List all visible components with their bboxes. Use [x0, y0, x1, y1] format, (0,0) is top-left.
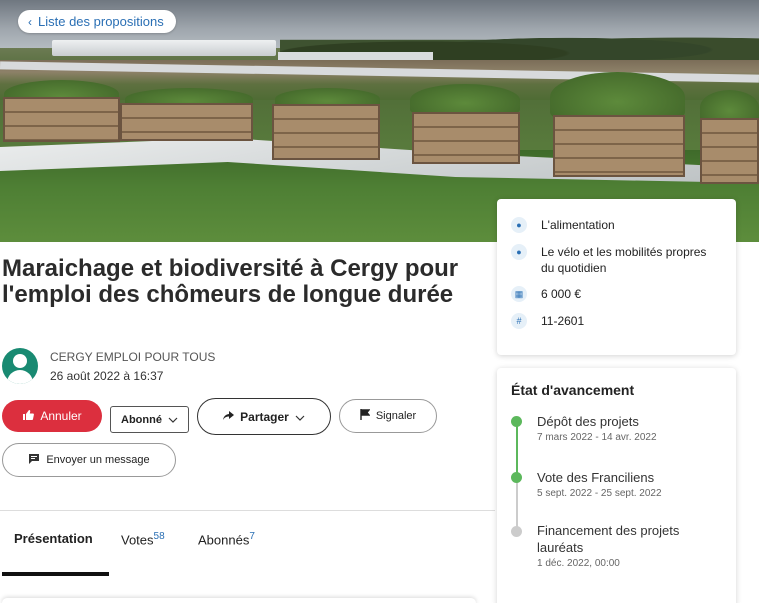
author-name[interactable]: CERGY EMPLOI POUR TOUS	[50, 350, 215, 364]
author-block: CERGY EMPLOI POUR TOUS 26 août 2022 à 16…	[2, 348, 215, 384]
share-button[interactable]: Partager	[197, 398, 331, 435]
step-date: 1 déc. 2022, 00:00	[537, 558, 620, 569]
back-link-label: Liste des propositions	[38, 14, 164, 29]
chevron-left-icon: ‹	[28, 14, 32, 29]
tab-label: Votes	[121, 532, 154, 548]
progress-card: État d'avancement Dépôt des projets 7 ma…	[497, 368, 736, 603]
active-tab-indicator	[2, 572, 109, 576]
report-label: Signaler	[375, 410, 417, 422]
follow-label: Abonné	[121, 413, 162, 426]
budget-item: ▦ 6 000 €	[511, 286, 722, 302]
step-done-dot	[511, 472, 522, 483]
page-title: Maraichage et biodiversité à Cergy pour …	[2, 255, 459, 308]
step-label: Vote des Franciliens	[537, 470, 655, 485]
avatar[interactable]	[2, 348, 38, 384]
content-card	[2, 598, 476, 603]
progress-line-done	[516, 422, 518, 478]
step-date: 5 sept. 2022 - 25 sept. 2022	[537, 488, 662, 499]
cancel-label: Annuler	[40, 409, 82, 423]
step-pending-dot	[511, 526, 522, 537]
tab-label: Présentation	[14, 531, 93, 546]
report-button[interactable]: Signaler	[339, 399, 437, 433]
step-label: Dépôt des projets	[537, 414, 639, 429]
flag-icon	[360, 409, 371, 423]
theme-item[interactable]: ● Le vélo et les mobilités propres du qu…	[511, 244, 722, 276]
theme-item[interactable]: ● L'alimentation	[511, 217, 722, 233]
follow-select[interactable]: Abonné	[110, 406, 189, 433]
share-arrow-icon	[223, 410, 235, 424]
tab-votes[interactable]: Votes58	[121, 531, 165, 547]
progress-line-pending	[516, 478, 518, 530]
send-message-button[interactable]: Envoyer un message	[2, 443, 176, 477]
progress-step: Financement des projets lauréats 1 déc. …	[537, 522, 717, 569]
progress-step: Dépôt des projets 7 mars 2022 - 14 avr. …	[537, 413, 657, 443]
tag-icon: ●	[511, 244, 527, 260]
reference-value: 11-2601	[541, 314, 585, 328]
cancel-vote-button[interactable]: Annuler	[2, 400, 102, 432]
step-date: 7 mars 2022 - 14 avr. 2022	[537, 432, 657, 443]
tab-presentation[interactable]: Présentation	[14, 531, 93, 546]
message-label: Envoyer un message	[46, 454, 150, 466]
tab-label: Abonnés	[198, 532, 250, 548]
theme-label: Le vélo et les mobilités propres du quot…	[541, 245, 707, 275]
followers-count: 7	[249, 531, 255, 542]
chevron-down-icon	[168, 414, 178, 426]
chevron-down-icon	[295, 410, 305, 424]
progress-title: État d'avancement	[511, 382, 635, 398]
theme-label: L'alimentation	[541, 218, 615, 232]
progress-step: Vote des Franciliens 5 sept. 2022 - 25 s…	[537, 469, 662, 499]
publication-date: 26 août 2022 à 16:37	[50, 368, 164, 383]
tag-icon: ●	[511, 217, 527, 233]
back-to-list-link[interactable]: ‹ Liste des propositions	[18, 10, 176, 33]
step-done-dot	[511, 416, 522, 427]
project-info-card: ● L'alimentation ● Le vélo et les mobili…	[497, 199, 736, 355]
divider	[0, 510, 495, 511]
reference-item: # 11-2601	[511, 313, 722, 329]
hash-icon: #	[511, 313, 527, 329]
tab-followers[interactable]: Abonnés7	[198, 531, 255, 547]
share-label: Partager	[240, 409, 289, 424]
step-label: Financement des projets lauréats	[537, 523, 680, 555]
votes-count: 58	[153, 531, 165, 542]
budget-icon: ▦	[511, 286, 527, 302]
thumbs-up-icon	[22, 409, 35, 424]
budget-value: 6 000 €	[541, 287, 582, 301]
message-icon	[28, 453, 40, 467]
